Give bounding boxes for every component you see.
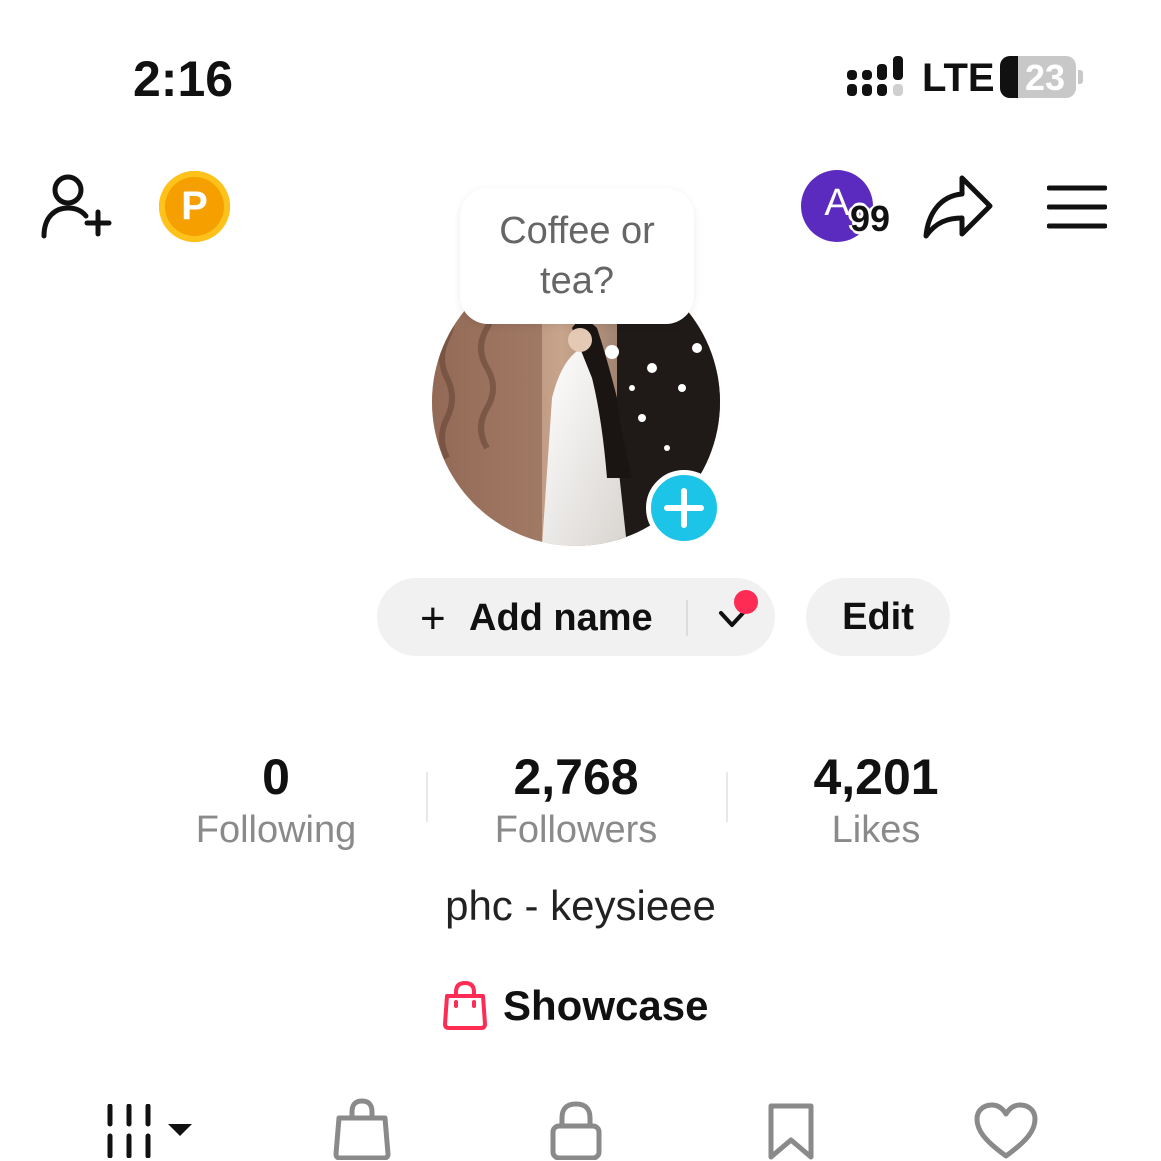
edit-profile-button[interactable]: Edit [806, 578, 950, 656]
profile-bio: phc - keysieee [445, 882, 716, 929]
stat-divider [426, 772, 428, 822]
notification-dot [734, 590, 758, 614]
followers-label: Followers [494, 809, 658, 851]
lock-icon[interactable] [548, 1100, 604, 1160]
note-bubble-tail [605, 345, 619, 359]
stat-likes[interactable]: 4,201 Likes [736, 748, 1016, 854]
likes-label: Likes [831, 809, 921, 851]
grid-videos-icon[interactable] [104, 1104, 194, 1158]
menu-icon[interactable] [1047, 184, 1107, 230]
add-name-divider [686, 600, 688, 636]
shop-bag-icon[interactable] [332, 1098, 392, 1160]
stat-followers[interactable]: 2,768 Followers [436, 748, 716, 854]
add-friend-icon[interactable] [40, 172, 112, 240]
network-type: LTE [922, 56, 995, 100]
following-count: 0 [262, 749, 290, 805]
showcase-bag-icon[interactable] [442, 980, 488, 1030]
signal-icon [847, 56, 903, 96]
battery-tip [1078, 70, 1083, 84]
bookmark-icon[interactable] [766, 1102, 816, 1160]
stat-following[interactable]: 0 Following [136, 748, 416, 854]
battery-level: 23 [1024, 57, 1066, 98]
plus-icon [664, 488, 704, 528]
showcase-link[interactable]: Showcase [503, 982, 708, 1030]
note-bubble-text: Coffee or tea? [499, 210, 655, 302]
following-label: Following [195, 809, 357, 851]
add-name-plus-icon: + [420, 594, 446, 643]
stat-divider [726, 772, 728, 822]
add-photo-button[interactable] [646, 470, 722, 546]
share-icon[interactable] [922, 174, 994, 240]
note-bubble[interactable]: Coffee or tea? [460, 188, 694, 324]
coin-icon[interactable]: P [159, 171, 230, 242]
heart-icon[interactable] [974, 1102, 1038, 1160]
inbox-badge: 99 [850, 198, 891, 239]
add-name-label[interactable]: Add name [469, 597, 653, 640]
likes-count: 4,201 [813, 749, 939, 805]
battery-icon: 23 [1000, 56, 1076, 98]
status-time: 2:16 [133, 51, 234, 107]
followers-count: 2,768 [513, 749, 639, 805]
